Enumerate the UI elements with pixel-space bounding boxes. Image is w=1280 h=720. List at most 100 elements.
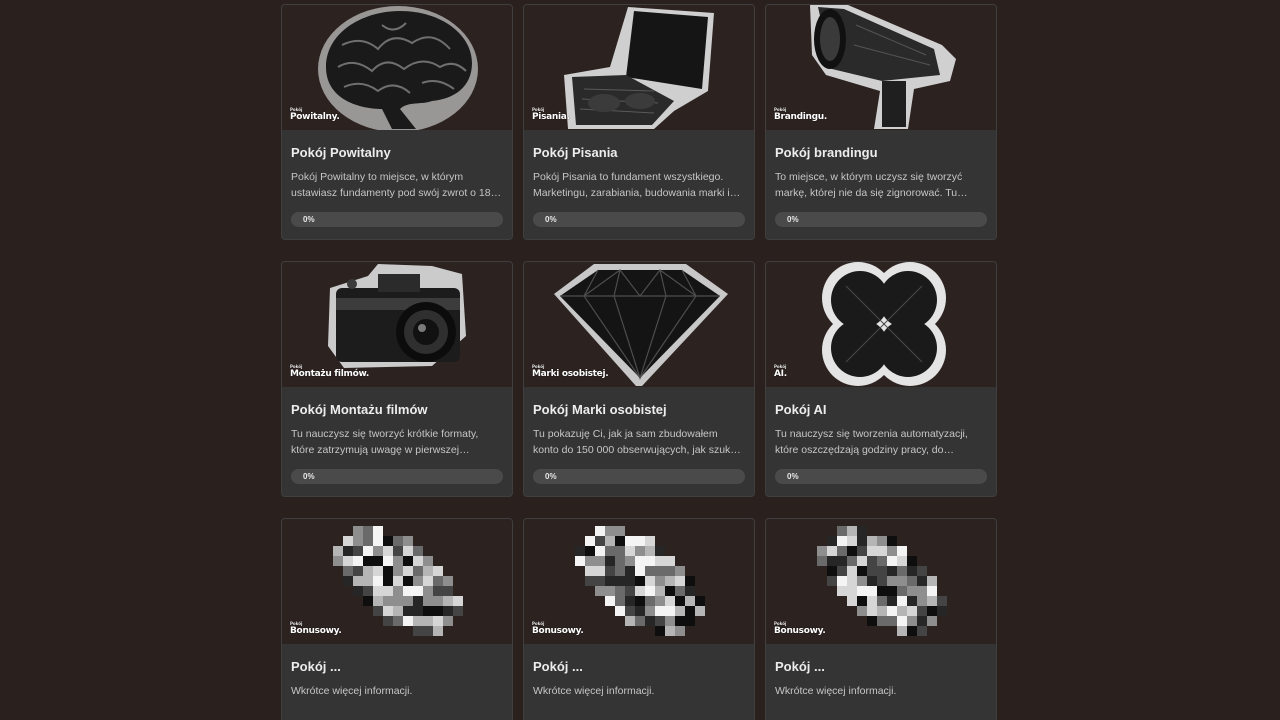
room-description: Tu pokazuję Ci, jak ja sam zbudowałem ko…: [533, 428, 742, 456]
pixel-tile: [635, 546, 645, 556]
room-card-bonus[interactable]: Pokój Bonusowy. Pokój ... Wkrótce więcej…: [281, 518, 513, 720]
pixel-tile: [857, 546, 867, 556]
pixel-tile: [605, 546, 615, 556]
pixel-tile: [393, 556, 403, 566]
thumbnail-label: Pokój Pisania.: [532, 107, 570, 122]
room-card-montazu-filmow[interactable]: Pokój Montażu filmów. Pokój Montażu film…: [281, 261, 513, 497]
progress-label: 0%: [787, 215, 799, 224]
pixel-tile: [605, 526, 615, 536]
pixel-tile: [897, 556, 907, 566]
pixel-tile: [907, 586, 917, 596]
pixel-tile: [675, 586, 685, 596]
pixel-tile: [907, 556, 917, 566]
pixel-tile: [635, 566, 645, 576]
pixel-tile: [907, 626, 917, 636]
pixel-tile: [443, 596, 453, 606]
pixel-tile: [887, 596, 897, 606]
pixel-tile: [363, 566, 373, 576]
room-thumbnail: Pokój Montażu filmów.: [282, 262, 512, 387]
thumbnail-label: Pokój Montażu filmów.: [290, 364, 370, 379]
pixel-tile: [917, 566, 927, 576]
pixel-tile: [413, 576, 423, 586]
pixel-tile: [847, 586, 857, 596]
pixel-tile: [665, 586, 675, 596]
pixel-tile: [615, 596, 625, 606]
pixel-tile: [857, 606, 867, 616]
pixel-tile: [847, 526, 857, 536]
room-card-powitalny[interactable]: Pokój Powitalny. Pokój Powitalny Pokój P…: [281, 4, 513, 240]
pixel-tile: [887, 566, 897, 576]
pixel-tile: [433, 566, 443, 576]
pixel-tile: [887, 576, 897, 586]
pixel-tile: [917, 576, 927, 586]
pixel-tile: [917, 626, 927, 636]
pixel-tile: [847, 566, 857, 576]
pixel-tile: [373, 526, 383, 536]
pixel-tile: [343, 576, 353, 586]
pixel-tile: [625, 546, 635, 556]
pixel-tile: [383, 586, 393, 596]
pixel-tile: [363, 536, 373, 546]
pixel-tile: [675, 616, 685, 626]
pixel-tile: [877, 616, 887, 626]
room-thumbnail: Pokój AI.: [766, 262, 996, 387]
pixel-tile: [917, 616, 927, 626]
room-card-bonus[interactable]: Pokój Bonusowy. Pokój ... Wkrótce więcej…: [523, 518, 755, 720]
thumbnail-label: Pokój Bonusowy.: [290, 621, 342, 636]
room-card-pisania[interactable]: Pokój Pisania. Pokój Pisania Pokój Pisan…: [523, 4, 755, 240]
room-card-ai[interactable]: Pokój AI. Pokój AI Tu nauczysz się tworz…: [765, 261, 997, 497]
pixel-tile: [383, 616, 393, 626]
pixel-tile: [867, 586, 877, 596]
pixel-tile: [867, 556, 877, 566]
room-card-marki-osobistej[interactable]: Pokój Marki osobistej. Pokój Marki osobi…: [523, 261, 755, 497]
pixel-tile: [655, 556, 665, 566]
pixel-tile: [847, 576, 857, 586]
pixel-tile: [615, 586, 625, 596]
pixel-tile: [575, 556, 585, 566]
pixel-tile: [867, 536, 877, 546]
thumbnail-label: Pokój Brandingu.: [774, 107, 827, 122]
pixel-tile: [847, 536, 857, 546]
pixel-tile: [403, 576, 413, 586]
pixel-tile: [443, 616, 453, 626]
pixel-tile: [595, 586, 605, 596]
pixel-tile: [333, 556, 343, 566]
pixel-tile: [343, 546, 353, 556]
pixel-tile: [897, 626, 907, 636]
pixel-tile: [615, 536, 625, 546]
pixel-tile: [383, 596, 393, 606]
pixel-tile: [625, 606, 635, 616]
pixel-tile: [595, 556, 605, 566]
pixel-tile: [443, 606, 453, 616]
pixel-tile: [423, 596, 433, 606]
thumbnail-label: Pokój AI.: [774, 364, 787, 379]
pixel-tile: [605, 586, 615, 596]
pixel-tile: [423, 576, 433, 586]
pixel-tile: [615, 526, 625, 536]
pixel-tile: [625, 536, 635, 546]
pixel-tile: [393, 566, 403, 576]
pixel-tile: [837, 546, 847, 556]
pixel-tile: [393, 596, 403, 606]
pixel-tile: [635, 586, 645, 596]
pixel-tile: [413, 556, 423, 566]
pixel-tile: [383, 556, 393, 566]
course-rooms-page: Pokój Powitalny. Pokój Powitalny Pokój P…: [0, 0, 1280, 720]
pixel-tile: [595, 526, 605, 536]
pixel-tile: [827, 536, 837, 546]
room-card-bonus[interactable]: Pokój Bonusowy. Pokój ... Wkrótce więcej…: [765, 518, 997, 720]
pixel-tile: [857, 576, 867, 586]
room-card-brandingu[interactable]: Pokój Brandingu. Pokój brandingu To miej…: [765, 4, 997, 240]
pixel-tile: [353, 546, 363, 556]
pixel-tile: [625, 616, 635, 626]
clover-icon: [822, 262, 946, 386]
pixel-tile: [413, 616, 423, 626]
pixel-tile: [403, 606, 413, 616]
pixel-tile: [645, 536, 655, 546]
progress-bar: 0%: [533, 212, 745, 227]
progress-bar: 0%: [775, 212, 987, 227]
pixel-tile: [817, 546, 827, 556]
pixel-tile: [595, 576, 605, 586]
pixel-tile: [645, 576, 655, 586]
pixel-tile: [645, 606, 655, 616]
